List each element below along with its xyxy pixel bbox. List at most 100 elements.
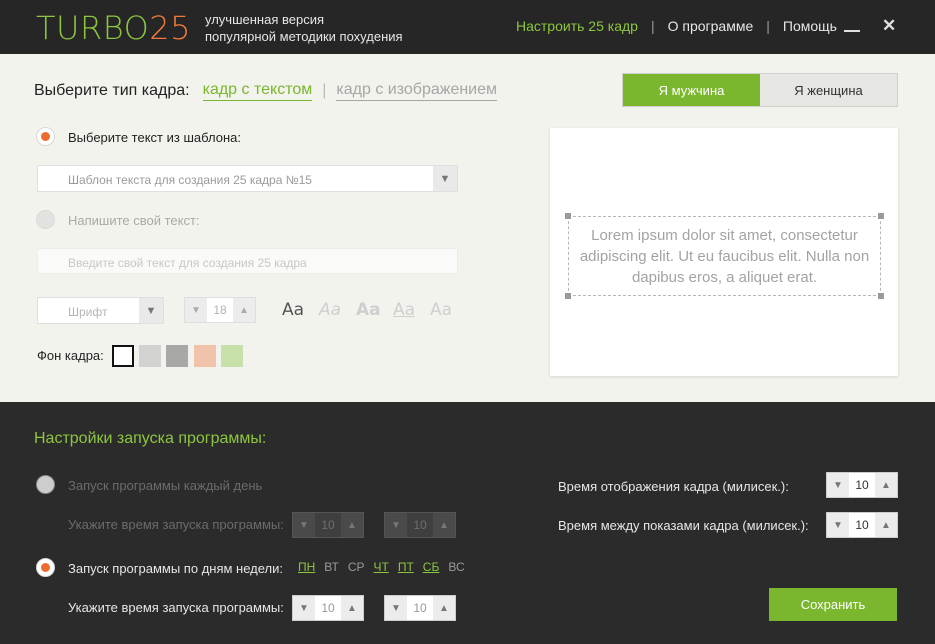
template-radio[interactable] [36,127,55,146]
nav-configure-link[interactable]: Настроить 25 кадр [516,18,638,34]
bg-swatch-white[interactable] [112,345,134,367]
day-wed[interactable]: СР [348,560,365,574]
frame-preview: Lorem ipsum dolor sit amet, consectetur … [550,128,898,376]
daily-hour-value: 10 [315,513,341,537]
top-nav: Настроить 25 кадр | О программе | Помощь [516,18,837,34]
font-style-underline[interactable]: Aa [393,300,430,320]
resize-handle[interactable] [878,293,884,299]
weekday-selector: ПН ВТ СР ЧТ ПТ СБ ВС [298,560,474,574]
weekly-launch-label: Запуск программы по дням недели: [68,561,284,576]
chevron-down-icon[interactable]: ▼ [185,298,207,322]
background-label: Фон кадра: [37,348,104,363]
resize-handle[interactable] [565,213,571,219]
weekly-minute-stepper[interactable]: ▼ 10 ▲ [384,595,456,621]
font-size-stepper[interactable]: ▼ 18 ▲ [184,297,256,323]
chevron-up-icon[interactable]: ▲ [341,596,363,620]
nav-separator: | [650,18,655,34]
weekly-launch-radio[interactable] [36,558,55,577]
weekly-hour-value: 10 [321,601,335,615]
display-time-label: Время отображения кадра (милисек.): [558,479,789,494]
font-style-light[interactable]: Aa [430,300,467,320]
launch-settings-title: Настройки запуска программы: [34,430,267,447]
resize-handle[interactable] [565,293,571,299]
font-style-bold[interactable]: Aa [356,300,393,320]
chevron-down-icon[interactable]: ▼ [827,473,849,497]
logo-number: 25 [149,9,191,47]
frame-type-image-option[interactable]: кадр с изображением [336,81,498,101]
tagline-line-1: улучшенная версия [205,12,324,27]
bg-swatch-peach[interactable] [194,345,216,367]
logo-text: TURBO [36,9,150,47]
frame-type-label: Выберите тип кадра: [34,82,190,99]
font-style-regular[interactable]: Aa [282,300,319,320]
chevron-down-icon: ▼ [139,298,163,323]
chevron-down-icon[interactable]: ▼ [827,513,849,537]
preview-text-box[interactable]: Lorem ipsum dolor sit amet, consectetur … [568,216,881,296]
font-size-value: 18 [213,303,227,317]
app-logo: TURBO25 [36,9,191,47]
custom-text-placeholder: Введите свой текст для создания 25 кадра [68,256,307,270]
tagline-line-2: популярной методики похудения [205,29,403,44]
daily-launch-radio[interactable] [36,475,55,494]
nav-help-link[interactable]: Помощь [783,18,837,34]
daily-minute-stepper[interactable]: ▼ 10 ▲ [384,512,456,538]
nav-about-link[interactable]: О программе [668,18,754,34]
interval-label: Время между показами кадра (милисек.): [558,518,809,533]
daily-hour-stepper[interactable]: ▼ 10 ▲ [292,512,364,538]
interval-stepper[interactable]: ▼ 10 ▲ [826,512,898,538]
template-select-value: Шаблон текста для создания 25 кадра №15 [68,173,312,187]
template-label: Выберите текст из шаблона: [68,130,241,145]
day-thu[interactable]: ЧТ [374,560,389,574]
bg-swatch-green[interactable] [221,345,243,367]
display-time-stepper[interactable]: ▼ 10 ▲ [826,472,898,498]
chevron-down-icon[interactable]: ▼ [293,513,315,537]
day-fri[interactable]: ПТ [398,560,414,574]
chevron-up-icon[interactable]: ▲ [233,298,255,322]
bg-swatch-gray[interactable] [166,345,188,367]
custom-text-input[interactable]: Введите свой текст для создания 25 кадра [37,248,458,274]
nav-separator: | [766,18,770,34]
daily-launch-label: Запуск программы каждый день [68,478,263,493]
app-header: TURBO25 улучшенная версия популярной мет… [0,0,935,54]
frame-type-text-option[interactable]: кадр с текстом [202,81,313,101]
close-icon[interactable]: ✕ [882,16,896,36]
gender-male-button[interactable]: Я мужчина [623,74,760,106]
day-tue[interactable]: ВТ [324,560,339,574]
frame-settings-panel: Выберите тип кадра: кадр с текстом | кад… [0,54,935,402]
minimize-icon[interactable] [844,30,860,32]
preview-text: Lorem ipsum dolor sit amet, consectetur … [579,226,870,286]
frame-type-separator: | [322,82,327,99]
bg-swatch-light-gray[interactable] [139,345,161,367]
custom-text-label: Напишите свой текст: [68,213,200,228]
custom-text-radio[interactable] [36,210,55,229]
chevron-down-icon[interactable]: ▼ [385,513,407,537]
day-mon[interactable]: ПН [298,560,315,574]
save-button[interactable]: Сохранить [769,588,897,621]
interval-value: 10 [855,518,869,532]
display-time-value: 10 [855,478,869,492]
chevron-up-icon[interactable]: ▲ [875,513,897,537]
weekly-time-label: Укажите время запуска программы: [68,600,284,615]
day-sat[interactable]: СБ [423,560,440,574]
chevron-up-icon[interactable]: ▲ [433,596,455,620]
day-sun[interactable]: ВС [448,560,464,574]
font-style-italic[interactable]: Aa [319,300,356,320]
gender-female-button[interactable]: Я женщина [760,74,897,106]
weekly-hour-stepper[interactable]: ▼ 10 ▲ [292,595,364,621]
font-style-group: Aa Aa Aa Aa Aa [282,300,467,320]
font-family-select[interactable]: Шрифт ▼ [37,297,164,324]
font-family-value: Шрифт [68,305,108,319]
tagline: улучшенная версия популярной методики по… [205,11,403,45]
chevron-up-icon[interactable]: ▲ [341,513,363,537]
launch-settings-panel: Настройки запуска программы: Запуск прог… [0,402,935,644]
chevron-up-icon[interactable]: ▲ [875,473,897,497]
template-select[interactable]: Шаблон текста для создания 25 кадра №15 … [37,165,458,192]
resize-handle[interactable] [878,213,884,219]
gender-toggle: Я мужчина Я женщина [622,73,898,107]
chevron-down-icon[interactable]: ▼ [385,596,407,620]
chevron-down-icon: ▼ [433,166,457,191]
frame-type-selector: Выберите тип кадра: кадр с текстом | кад… [34,81,498,101]
chevron-up-icon[interactable]: ▲ [433,513,455,537]
weekly-minute-value: 10 [413,601,427,615]
chevron-down-icon[interactable]: ▼ [293,596,315,620]
